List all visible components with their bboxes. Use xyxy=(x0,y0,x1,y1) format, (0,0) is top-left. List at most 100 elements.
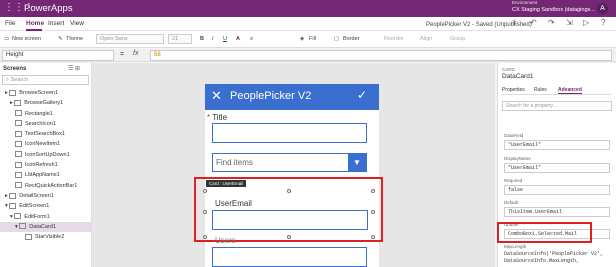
font-family-select[interactable]: Open Sans xyxy=(96,34,164,44)
theme-button[interactable]: Theme xyxy=(66,36,83,43)
card-name: DataCard1 xyxy=(502,73,534,80)
screens-header: Screens xyxy=(3,66,27,72)
displayname-input[interactable]: "UserEmail" xyxy=(504,163,610,173)
property-search-placeholder: Search for a property... xyxy=(506,103,557,109)
menu-file[interactable]: File xyxy=(5,20,15,28)
required-input[interactable]: false xyxy=(504,185,610,195)
property-select[interactable]: Height xyxy=(2,50,114,61)
tree-item[interactable]: ▾ EditScreen1 xyxy=(0,201,92,211)
tab-rules[interactable]: Rules xyxy=(534,87,547,93)
screen-icon xyxy=(9,202,17,209)
font-size-select[interactable]: 21 xyxy=(168,34,192,44)
card-icon xyxy=(19,223,27,230)
tree-item[interactable]: SearchIcon1 xyxy=(0,119,92,129)
tree-item[interactable]: IconSortUpDown1 xyxy=(0,150,92,160)
tab-properties[interactable]: Properties xyxy=(502,87,525,93)
underline-button[interactable]: U xyxy=(223,36,227,43)
default-input[interactable]: ThisItem.UserEmail xyxy=(504,207,610,217)
title-bar: ⋮⋮⋮ PowerApps Environment CX Staging San… xyxy=(0,0,616,17)
app-name: PowerApps xyxy=(24,3,73,14)
menu-bar: File Home Insert View PeoplePicker V2 - … xyxy=(0,17,616,31)
gallery-icon xyxy=(14,99,22,106)
environment-name[interactable]: CX Staging Sandbox (datagings... xyxy=(512,6,595,14)
italic-button[interactable]: I xyxy=(212,36,214,43)
textbox-icon xyxy=(15,130,22,137)
tree-item[interactable]: TextSearchBox1 xyxy=(0,129,92,139)
tree-item[interactable]: IconNewItem1 xyxy=(0,139,92,149)
share-icon[interactable]: ⇲ xyxy=(566,19,573,27)
tree-item[interactable]: ▾ EditForm1 xyxy=(0,212,92,222)
checkmark-icon[interactable]: ✓ xyxy=(357,88,367,102)
useremail-input[interactable] xyxy=(212,210,368,230)
chevron-down-icon[interactable]: ▼ xyxy=(348,154,366,171)
align-text-icon[interactable]: ≡ xyxy=(250,36,253,43)
screen-icon xyxy=(9,192,17,199)
menu-insert[interactable]: Insert xyxy=(48,20,64,28)
tree-search-input[interactable]: ⌕ Search xyxy=(2,75,89,85)
formula-input[interactable]: 58 xyxy=(150,50,612,61)
update-property-highlight xyxy=(497,222,592,243)
tree-item[interactable]: ▸ BrowseGallery1 xyxy=(0,98,92,108)
tree-item[interactable]: ▸ BrowseScreen1 xyxy=(0,88,92,98)
users-field-label: Users xyxy=(215,236,236,245)
close-icon[interactable]: ✕ xyxy=(211,89,222,103)
group-button[interactable]: Group xyxy=(450,36,465,43)
fill-button[interactable]: Fill xyxy=(309,36,316,43)
default-label: Default xyxy=(504,200,519,205)
users-input[interactable] xyxy=(212,247,367,267)
formula-value: 58 xyxy=(154,52,161,58)
maxlength-label: MaxLength xyxy=(504,244,527,249)
properties-tabs: Properties Rules Advanced xyxy=(502,85,612,95)
rectangle-icon xyxy=(15,182,22,189)
icon-control-icon xyxy=(15,141,22,148)
icon-control-icon xyxy=(15,151,22,158)
people-combobox[interactable]: Find items ▼ xyxy=(212,153,367,172)
theme-icon: ✎ xyxy=(58,36,63,42)
tree-item[interactable]: LblAppName1 xyxy=(0,170,92,180)
new-screen-icon: ▭ xyxy=(4,36,10,42)
maxlength-value-line[interactable]: DataSourceInfo.MaxLength, xyxy=(504,258,579,265)
tree-view-icons[interactable]: ☰ ⊞ xyxy=(68,65,80,72)
tree-item-selected[interactable]: ▾ DataCard1 xyxy=(0,221,92,233)
reorder-button[interactable]: Reorder xyxy=(384,36,404,43)
tree-view: ▸ BrowseScreen1 ▸ BrowseGallery1 Rectang… xyxy=(0,88,92,242)
new-screen-button[interactable]: New screen xyxy=(12,36,41,43)
maxlength-value-line[interactable]: DataSourceInfo('PeoplePicker V2', xyxy=(504,251,603,258)
icon-control-icon xyxy=(15,161,22,168)
property-search-input[interactable]: Search for a property... xyxy=(502,101,612,111)
card-type-label: CARD xyxy=(502,67,515,72)
displayname-label: DisplayName xyxy=(504,156,531,161)
label-icon xyxy=(15,171,22,178)
redo-icon[interactable]: ↷ xyxy=(548,19,555,27)
fx-icon[interactable]: fx xyxy=(133,50,138,57)
equals-sign: = xyxy=(120,51,125,58)
border-button[interactable]: Border xyxy=(343,36,360,43)
bold-button[interactable]: B xyxy=(200,36,204,43)
form-icon xyxy=(14,213,22,220)
font-color-button[interactable]: A xyxy=(236,36,240,43)
tree-item[interactable]: ▸ DetailScreen1 xyxy=(0,191,92,201)
fill-icon: ◈ xyxy=(300,36,305,42)
app-checker-icon[interactable]: ⚕ xyxy=(512,19,516,27)
tree-item[interactable]: IconRefresh1 xyxy=(0,160,92,170)
tree-item[interactable]: RectQuickActionBar1 xyxy=(0,181,92,191)
help-icon[interactable]: ? xyxy=(601,19,605,27)
ribbon: ▭ New screen ✎ Theme Open Sans 21 B I U … xyxy=(0,31,616,48)
menu-home[interactable]: Home xyxy=(26,20,44,28)
undo-icon[interactable]: ↶ xyxy=(530,19,537,27)
preview-play-icon[interactable]: ▷ xyxy=(583,19,589,27)
menu-view[interactable]: View xyxy=(70,20,84,28)
title-input[interactable] xyxy=(212,123,367,143)
label-icon xyxy=(25,233,32,240)
screens-panel: Screens ☰ ⊞ ⌕ Search ▸ BrowseScreen1 ▸ B… xyxy=(0,63,92,267)
required-label: Required xyxy=(504,178,523,183)
user-avatar[interactable]: A xyxy=(597,3,608,14)
align-button[interactable]: Align xyxy=(420,36,432,43)
app-header: ✕ PeoplePicker V2 ✓ xyxy=(205,84,379,110)
app-title: PeoplePicker V2 xyxy=(230,90,312,102)
datafield-label: DataField xyxy=(504,133,524,138)
datafield-input[interactable]: "UserEmail" xyxy=(504,140,610,150)
tree-item[interactable]: StarVisible2 xyxy=(0,232,92,242)
tree-item[interactable]: Rectangle1 xyxy=(0,109,92,119)
tab-advanced[interactable]: Advanced xyxy=(558,87,582,94)
